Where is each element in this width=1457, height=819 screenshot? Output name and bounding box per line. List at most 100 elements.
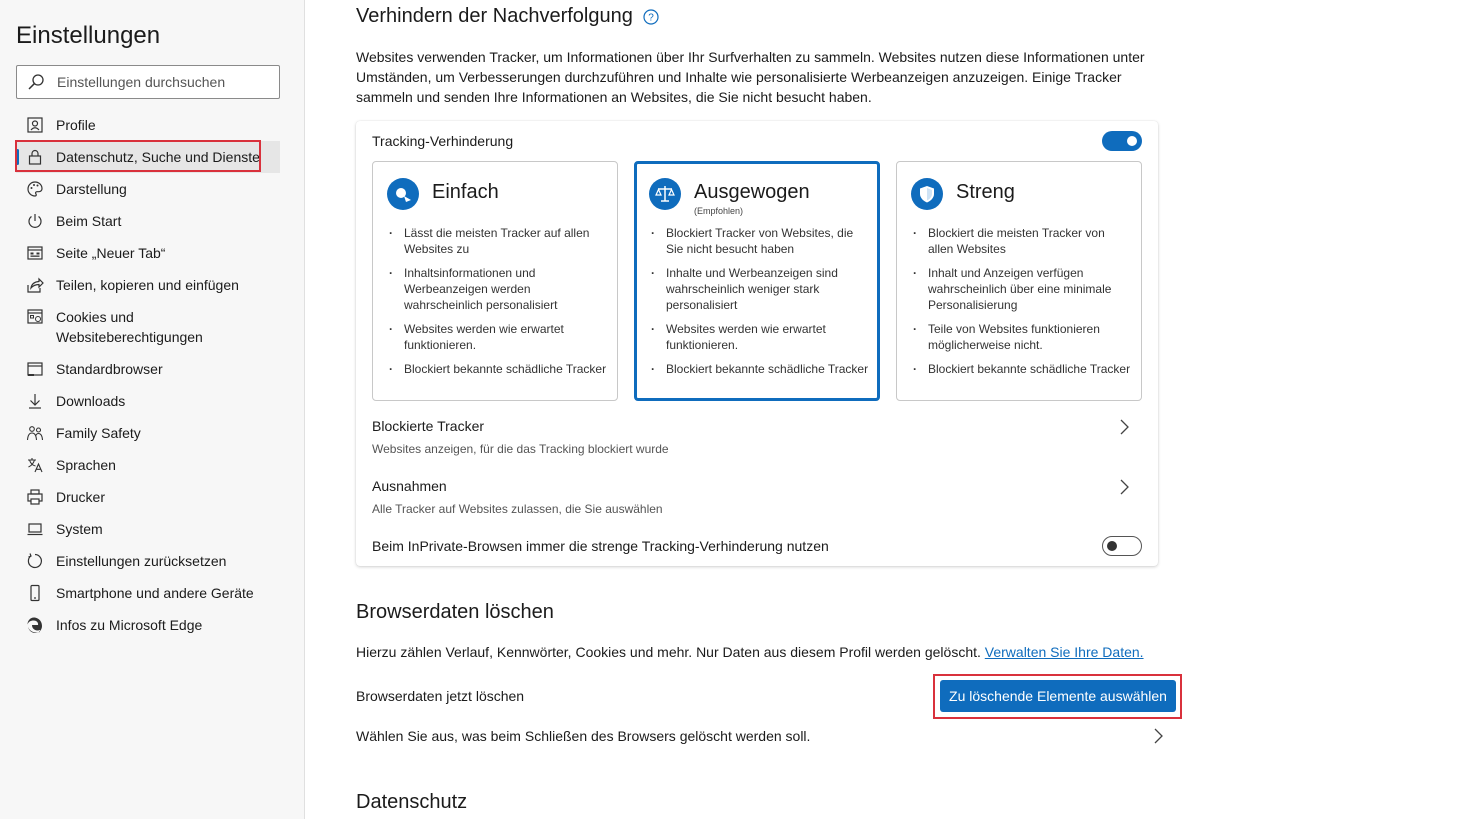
blocked-trackers-title: Blockierte Tracker xyxy=(372,418,485,434)
sidebar-item-share[interactable]: Teilen, kopieren und einfügen xyxy=(16,269,280,301)
chevron-right-icon xyxy=(1120,479,1129,495)
sidebar-item-label: Infos zu Microsoft Edge xyxy=(56,617,203,633)
sidebar-item-label: System xyxy=(56,521,103,537)
tracking-card: Tracking-Verhinderung Einfach Lässt die … xyxy=(356,121,1158,566)
choose-what-to-clear-button[interactable]: Zu löschende Elemente auswählen xyxy=(940,680,1176,712)
blocked-trackers-row[interactable]: Blockierte Tracker Websites anzeigen, fü… xyxy=(356,411,1158,461)
level-title: Ausgewogen xyxy=(694,181,810,203)
sidebar-item-label: Profile xyxy=(56,117,96,133)
level-bullet: Lässt die meisten Tracker auf allen Webs… xyxy=(388,225,608,257)
lock-icon xyxy=(28,149,42,165)
sidebar-item-reset[interactable]: Einstellungen zurücksetzen xyxy=(16,545,280,577)
sidebar-item-newtab[interactable]: Seite „Neuer Tab“ xyxy=(16,237,280,269)
level-bullet: Blockiert die meisten Tracker von allen … xyxy=(912,225,1132,257)
sidebar-item-label: Darstellung xyxy=(56,181,127,197)
profile-icon xyxy=(27,117,43,133)
clear-now-label: Browserdaten jetzt löschen xyxy=(356,688,525,704)
power-icon xyxy=(28,214,42,228)
sidebar-item-privacy[interactable]: Datenschutz, Suche und Dienste xyxy=(16,141,280,173)
sidebar-item-label: Downloads xyxy=(56,393,126,409)
balance-scale-icon xyxy=(649,178,681,210)
basic-icon xyxy=(387,178,419,210)
inprivate-label: Beim InPrivate-Browsen immer die strenge… xyxy=(372,538,829,554)
sidebar-item-about[interactable]: Infos zu Microsoft Edge xyxy=(16,609,280,641)
tracking-heading: Verhindern der Nachverfolgung xyxy=(356,5,633,27)
sidebar-item-printers[interactable]: Drucker xyxy=(16,481,280,513)
sidebar-item-system[interactable]: System xyxy=(16,513,280,545)
level-bullet: Blockiert bekannte schädliche Tracker xyxy=(912,361,1132,377)
level-bullet: Inhaltsinformationen und Werbeanzeigen w… xyxy=(388,265,608,313)
search-input[interactable] xyxy=(57,74,277,90)
level-bullet: Inhalt und Anzeigen verfügen wahrscheinl… xyxy=(912,265,1132,313)
level-bullet: Blockiert Tracker von Websites, die Sie … xyxy=(650,225,870,257)
sidebar-nav: Profile Datenschutz, Suche und Dienste D… xyxy=(16,109,280,641)
language-icon xyxy=(28,458,43,473)
exceptions-title: Ausnahmen xyxy=(372,478,447,494)
edge-icon xyxy=(27,617,42,633)
sidebar-item-languages[interactable]: Sprachen xyxy=(16,449,280,481)
tracking-description: Websites verwenden Tracker, um Informati… xyxy=(356,49,1145,105)
level-bullets: Blockiert die meisten Tracker von allen … xyxy=(912,225,1132,385)
level-subtitle: (Empfohlen) xyxy=(694,206,744,216)
sidebar-item-start[interactable]: Beim Start xyxy=(16,205,280,237)
family-icon xyxy=(26,426,44,441)
printer-icon xyxy=(27,489,43,505)
phone-icon xyxy=(30,584,40,602)
clear-on-close-row[interactable]: Wählen Sie aus, was beim Schließen des B… xyxy=(356,724,1168,750)
search-box[interactable] xyxy=(16,65,280,99)
manage-data-link[interactable]: Verwalten Sie Ihre Daten. xyxy=(985,644,1144,660)
level-card-basic[interactable]: Einfach Lässt die meisten Tracker auf al… xyxy=(372,161,618,401)
sidebar-item-label: Cookies und Websiteberechtigungen xyxy=(56,309,203,345)
reset-icon xyxy=(27,553,42,569)
shield-icon xyxy=(911,178,943,210)
system-icon xyxy=(27,523,43,536)
download-icon xyxy=(29,394,41,409)
chevron-right-icon xyxy=(1154,728,1163,744)
sidebar-item-label: Teilen, kopieren und einfügen xyxy=(56,277,239,293)
level-card-strict[interactable]: Streng Blockiert die meisten Tracker von… xyxy=(896,161,1142,401)
level-title: Streng xyxy=(956,181,1015,203)
clear-description: Hierzu zählen Verlauf, Kennwörter, Cooki… xyxy=(356,642,1176,662)
blocked-trackers-subtitle: Websites anzeigen, für die das Tracking … xyxy=(372,442,669,456)
search-icon xyxy=(28,74,44,90)
sidebar-item-label: Seite „Neuer Tab“ xyxy=(56,245,166,261)
svg-text:?: ? xyxy=(648,12,654,23)
tracking-toggle[interactable] xyxy=(1102,131,1142,151)
sidebar-item-downloads[interactable]: Downloads xyxy=(16,385,280,417)
sidebar-item-family[interactable]: Family Safety xyxy=(16,417,280,449)
level-bullets: Lässt die meisten Tracker auf allen Webs… xyxy=(388,225,608,385)
inprivate-toggle[interactable] xyxy=(1102,536,1142,556)
exceptions-subtitle: Alle Tracker auf Websites zulassen, die … xyxy=(372,502,663,516)
palette-icon xyxy=(27,181,43,197)
sidebar-item-appearance[interactable]: Darstellung xyxy=(16,173,280,205)
browser-icon xyxy=(27,362,43,376)
cookies-icon xyxy=(27,309,43,324)
clear-description-text: Hierzu zählen Verlauf, Kennwörter, Cooki… xyxy=(356,644,981,660)
sidebar-item-label: Smartphone und andere Geräte xyxy=(56,585,254,601)
level-bullet: Blockiert bekannte schädliche Tracker xyxy=(650,361,870,377)
sidebar-item-label: Standardbrowser xyxy=(56,361,163,377)
sidebar-item-label: Einstellungen zurücksetzen xyxy=(56,553,227,569)
sidebar-item-profile[interactable]: Profile xyxy=(16,109,280,141)
sidebar-item-cookies[interactable]: Cookies und Websiteberechtigungen xyxy=(16,301,280,353)
level-bullets: Blockiert Tracker von Websites, die Sie … xyxy=(650,225,870,385)
level-bullet: Websites werden wie erwartet funktionier… xyxy=(650,321,870,353)
sidebar: Einstellungen Profile Datenschutz, Suche… xyxy=(0,0,305,819)
sidebar-title: Einstellungen xyxy=(16,22,161,49)
sidebar-item-label: Drucker xyxy=(56,489,106,505)
level-bullet: Teile von Websites funktionieren möglich… xyxy=(912,321,1132,353)
newtab-icon xyxy=(27,246,43,260)
tracking-toggle-label: Tracking-Verhinderung xyxy=(372,133,514,149)
sidebar-item-label: Family Safety xyxy=(56,425,141,441)
help-icon[interactable]: ? xyxy=(643,8,659,25)
sidebar-item-label: Beim Start xyxy=(56,213,122,229)
sidebar-item-label: Datenschutz, Suche und Dienste xyxy=(56,149,260,165)
sidebar-item-label: Sprachen xyxy=(56,457,116,473)
tracking-heading-row: Verhindern der Nachverfolgung ? xyxy=(356,5,659,28)
clear-on-close-label: Wählen Sie aus, was beim Schließen des B… xyxy=(356,728,811,744)
sidebar-item-default-browser[interactable]: Standardbrowser xyxy=(16,353,280,385)
exceptions-row[interactable]: Ausnahmen Alle Tracker auf Websites zula… xyxy=(356,471,1158,521)
level-card-balanced[interactable]: Ausgewogen (Empfohlen) Blockiert Tracker… xyxy=(634,161,880,401)
share-icon xyxy=(27,277,44,293)
sidebar-item-phone[interactable]: Smartphone und andere Geräte xyxy=(16,577,280,609)
